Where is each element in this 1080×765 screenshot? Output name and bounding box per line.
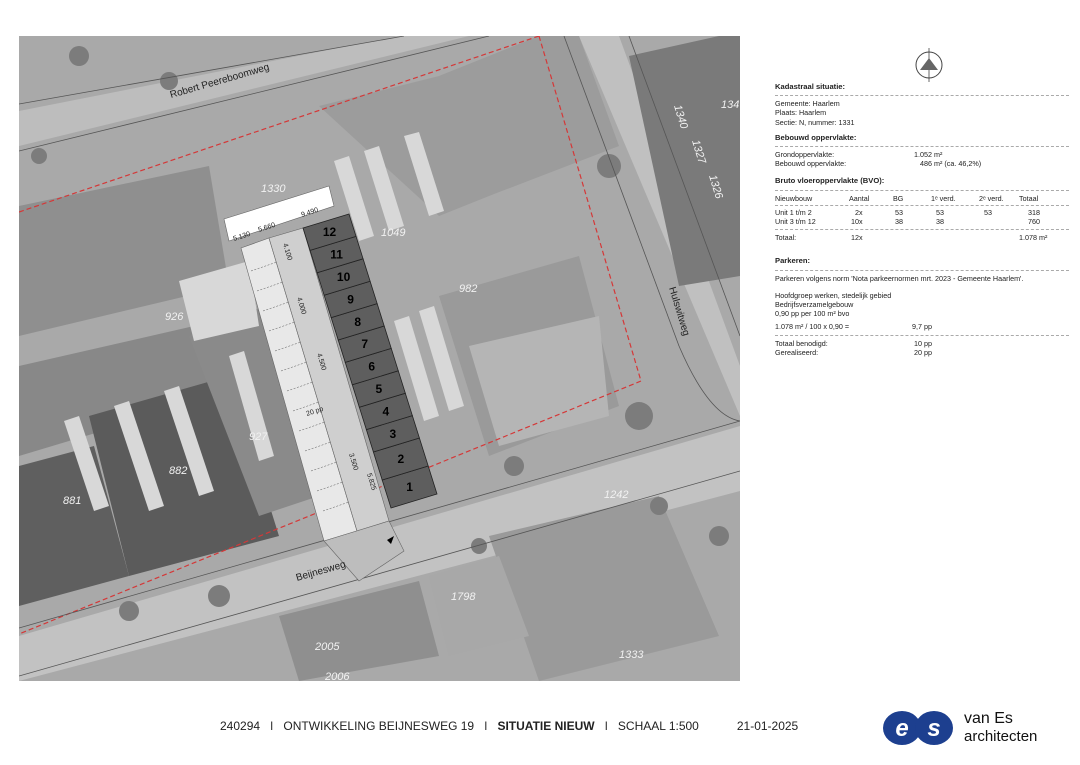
unit-7-label: 7	[361, 337, 368, 351]
parcel-1798: 1798	[451, 591, 476, 603]
unit-11-label: 11	[330, 248, 343, 262]
benodigd-label: Totaal benodigd:	[775, 338, 828, 348]
info-panel: Kadastraal situatie: Gemeente: Haarlem P…	[775, 82, 1075, 357]
parcel-882: 882	[169, 465, 187, 477]
aerial-site-map: 1 2 3 4 5 6 7 8 9 10 11 12 5.130 5.660 9.490 4.100 …	[19, 36, 740, 681]
norm-text: 0,90 pp per 100 m² bvo	[775, 309, 850, 319]
title-block: 240294 I ONTWIKKELING BEIJNESWEG 19 I SITUAT…	[220, 719, 798, 733]
bvo-r1-c6: 318	[1028, 207, 1040, 217]
benodigd-value: 10 pp	[914, 338, 932, 348]
bvo-total-row: Totaal: 12x 1.078 m²	[775, 233, 1075, 242]
grond-value: 1.052 m²	[914, 150, 943, 160]
unit-4-label: 4	[382, 404, 389, 418]
svg-text:e: e	[895, 715, 908, 742]
separator: I	[484, 719, 488, 733]
unit-3-label: 3	[390, 427, 397, 441]
gerealiseerd-label: Gerealiseerd:	[775, 347, 819, 357]
drawing-title: SITUATIE NIEUW	[497, 719, 595, 733]
bvo-total-count: 12x	[851, 233, 863, 243]
bvo-h-2e: 2ᵉ verd.	[979, 193, 1004, 203]
kadastraal-title: Kadastraal situatie:	[775, 82, 846, 91]
north-arrow-icon	[912, 48, 946, 82]
parcel-1330: 1330	[261, 183, 286, 195]
svg-text:s: s	[927, 715, 940, 742]
bvo-row-2: Unit 3 t/m 12 10x 38 38 760	[775, 217, 1075, 226]
bvo-r2-c2: 10x	[851, 216, 863, 226]
bvo-r1-c1: Unit 1 t/m 2	[775, 207, 812, 217]
logo-line-2: architecten	[964, 728, 1038, 745]
divider	[775, 204, 1069, 206]
logo-line-1: van Es	[964, 710, 1013, 727]
bvo-total-label: Totaal:	[775, 233, 797, 243]
bvo-r2-c6: 760	[1028, 216, 1040, 226]
parcel-926: 926	[165, 311, 184, 323]
bvo-r2-c3: 38	[895, 216, 903, 226]
parcel-927: 927	[249, 431, 268, 443]
divider	[775, 95, 1069, 97]
hoofdgroep-text: Hoofdgroep werken, stedelijk gebied	[775, 290, 892, 300]
bebouwd-title: Bebouwd oppervlakte:	[775, 132, 857, 142]
bebouwd-label: Bebouwd oppervlakte:	[775, 159, 847, 169]
gemeente-text: Gemeente: Haarlem	[775, 99, 840, 109]
bvo-h-aantal: Aantal	[849, 193, 870, 203]
bvo-h-1e: 1ᵉ verd.	[931, 193, 956, 203]
parcel-1049: 1049	[381, 227, 405, 239]
divider	[775, 334, 1069, 336]
project-name: ONTWIKKELING BEIJNESWEG 19	[283, 719, 475, 733]
unit-9-label: 9	[347, 292, 354, 306]
sectie-text: Sectie: N, nummer: 1331	[775, 117, 855, 127]
bvo-row-1: Unit 1 t/m 2 2x 53 53 53 318	[775, 208, 1075, 217]
parcel-134: 134	[721, 99, 739, 111]
parcel-982: 982	[459, 283, 477, 295]
bvo-r1-c3: 53	[895, 207, 903, 217]
unit-6-label: 6	[368, 360, 375, 374]
parcel-881: 881	[63, 495, 81, 507]
scale: SCHAAL 1:500	[617, 719, 699, 733]
grond-label: Grondoppervlakte:	[775, 150, 835, 160]
project-number: 240294	[220, 719, 261, 733]
bvo-r1-c5: 53	[984, 207, 992, 217]
parkeren-norm: Parkeren volgens norm 'Nota parkeernorme…	[775, 273, 1024, 283]
bvo-header-row: Nieuwbouw Aantal BG 1ᵉ verd. 2ᵉ verd. To…	[775, 194, 1075, 203]
divider	[775, 269, 1069, 271]
unit-12-label: 12	[323, 225, 337, 239]
parcel-2005: 2005	[314, 641, 340, 653]
plaats-text: Plaats: Haarlem	[775, 108, 827, 118]
bvo-r2-c4: 38	[936, 216, 944, 226]
parcel-1333: 1333	[619, 649, 644, 661]
bvo-r2-c1: Unit 3 t/m 12	[775, 216, 816, 226]
divider	[775, 146, 1069, 148]
es-logo-mark-icon: e s	[883, 711, 953, 745]
van-es-logo: e s van Es architecten	[880, 706, 1070, 750]
unit-1-label: 1	[406, 480, 413, 494]
parkeren-title: Parkeren:	[775, 256, 811, 266]
separator: I	[270, 719, 274, 733]
date: 21-01-2025	[736, 719, 799, 733]
unit-2-label: 2	[397, 452, 404, 466]
divider	[775, 189, 1069, 191]
unit-8-label: 8	[354, 315, 361, 329]
bvo-total-value: 1.078 m²	[1019, 233, 1048, 243]
divider	[775, 229, 1069, 231]
bvo-r1-c2: 2x	[855, 207, 863, 217]
bedrijf-text: Bedrijfsverzamelgebouw	[775, 299, 854, 309]
bvo-h-bg: BG	[893, 193, 904, 203]
bvo-title: Bruto vloeroppervlakte (BVO):	[775, 176, 885, 186]
gerealiseerd-value: 20 pp	[914, 347, 932, 357]
bvo-h-nieuwbouw: Nieuwbouw	[775, 193, 813, 203]
unit-5-label: 5	[375, 382, 382, 396]
parcel-2006: 2006	[324, 671, 350, 681]
calc-value: 9,7 pp	[912, 322, 932, 332]
calc-label: 1.078 m² / 100 x 0,90 =	[775, 322, 850, 332]
parcel-1242: 1242	[604, 489, 628, 501]
bebouwd-value: 486 m² (ca. 46,2%)	[920, 159, 982, 169]
bvo-r1-c4: 53	[936, 207, 944, 217]
unit-10-label: 10	[337, 270, 351, 284]
bvo-h-totaal: Totaal	[1019, 193, 1039, 203]
separator: I	[604, 719, 608, 733]
